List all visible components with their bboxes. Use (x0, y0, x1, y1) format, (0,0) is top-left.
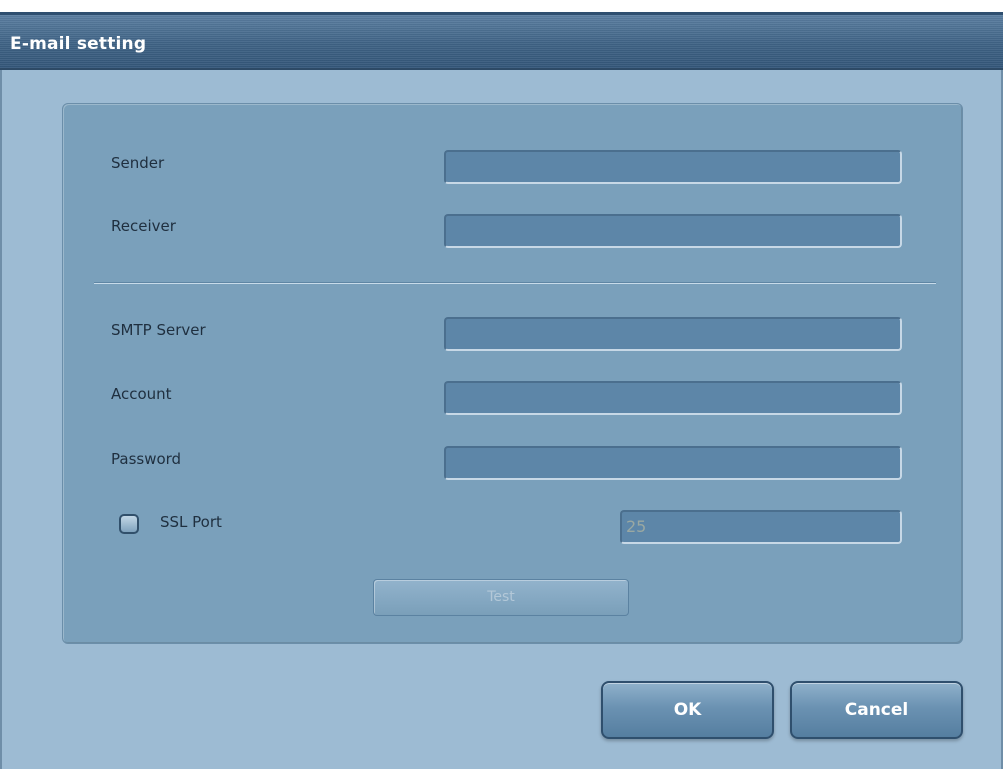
ok-button[interactable]: OK (601, 681, 774, 739)
ssl-port-checkbox[interactable] (119, 514, 139, 534)
sender-input[interactable] (444, 150, 902, 184)
cancel-button[interactable]: Cancel (790, 681, 963, 739)
password-label: Password (111, 450, 182, 468)
title-bar: E-mail setting (0, 12, 1003, 70)
account-label: Account (111, 385, 172, 403)
port-input[interactable]: 25 (620, 510, 902, 544)
ssl-port-label: SSL Port (160, 513, 222, 531)
section-divider (94, 282, 936, 284)
smtp-server-label: SMTP Server (111, 321, 206, 339)
receiver-input[interactable] (444, 214, 902, 248)
settings-panel (62, 103, 963, 644)
window-title: E-mail setting (10, 34, 147, 54)
receiver-label: Receiver (111, 217, 176, 235)
test-button[interactable]: Test (373, 579, 629, 616)
top-strip (0, 0, 1003, 12)
password-input[interactable] (444, 446, 902, 480)
account-input[interactable] (444, 381, 902, 415)
smtp-server-input[interactable] (444, 317, 902, 351)
sender-label: Sender (111, 154, 165, 172)
